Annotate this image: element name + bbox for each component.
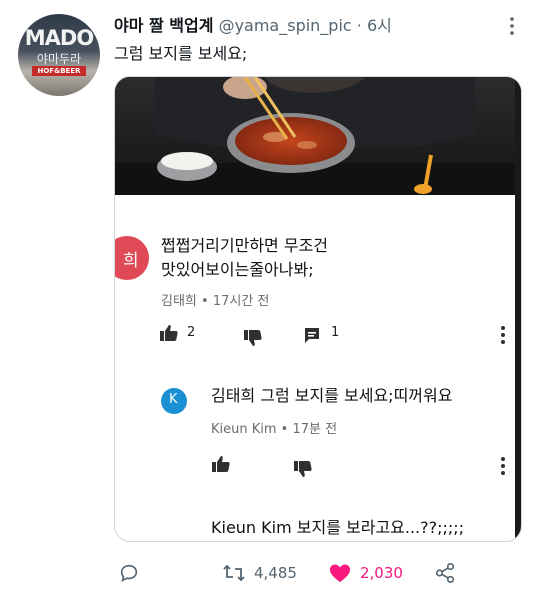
avatar-sign-text: MADO xyxy=(24,26,94,50)
tweet-media[interactable]: 희 쩝쩝거리기만하면 무조건 맛있어보이는줄아나봐; 김태희 • 17시간 전 … xyxy=(114,76,522,542)
reply-meta: Kieun Kim • 17분 전 xyxy=(211,422,338,437)
comment-text-line-2: 맛있어보이는줄아나봐; xyxy=(161,260,314,279)
comment-like-count: 2 xyxy=(187,325,196,340)
heart-icon xyxy=(330,564,350,582)
like-count: 2,030 xyxy=(360,564,403,582)
tweet-timestamp[interactable]: 6시 xyxy=(367,16,392,35)
more-options-icon[interactable] xyxy=(500,14,524,38)
reply-avatar[interactable]: K xyxy=(161,388,187,414)
comment-meta: 김태희 • 17시간 전 xyxy=(161,294,270,309)
comment-text-line-1: 쩝쩝거리기만하면 무조건 xyxy=(161,236,329,255)
reply-dislike-icon[interactable] xyxy=(293,460,313,478)
reply-like-icon[interactable] xyxy=(211,455,231,473)
video-frame-image xyxy=(115,77,521,195)
reply-comment-icon[interactable] xyxy=(303,326,321,344)
tweet-text: 그럼 보지를 보세요; xyxy=(114,44,248,63)
reply-button[interactable] xyxy=(118,558,148,588)
retweet-count: 4,485 xyxy=(254,564,297,582)
tweet-header: 야마 짤 백업계 @yama_spin_pic · 6시 xyxy=(114,15,526,39)
retweet-icon xyxy=(223,564,245,582)
share-button[interactable] xyxy=(434,558,456,588)
comment-more-icon[interactable] xyxy=(499,325,507,345)
comment-avatar-initial: 희 xyxy=(123,251,139,271)
avatar-sign-banner: HOF&BEER xyxy=(32,66,86,76)
reply-avatar-initial: K xyxy=(169,392,178,407)
phone-screen-edge xyxy=(515,77,521,541)
partial-reply-text: Kieun Kim 보지를 보라고요...??;;;;; xyxy=(211,518,465,537)
avatar-sign-subtext: 야마두라 xyxy=(36,52,82,66)
reply-text: 김태희 그럼 보지를 보세요;띠꺼워요 xyxy=(211,386,453,405)
like-icon[interactable] xyxy=(159,324,179,342)
comment-avatar[interactable]: 희 xyxy=(115,236,149,280)
like-button[interactable]: 2,030 xyxy=(328,558,403,588)
comment-reply-count: 1 xyxy=(331,325,340,340)
tweet-actions: 4,485 2,030 xyxy=(114,558,534,588)
share-icon xyxy=(435,563,455,583)
separator-dot: · xyxy=(356,16,362,35)
display-name[interactable]: 야마 짤 백업계 xyxy=(114,16,213,35)
retweet-button[interactable]: 4,485 xyxy=(222,558,297,588)
reply-more-icon[interactable] xyxy=(499,456,507,476)
profile-avatar[interactable]: MADO 야마두라 HOF&BEER xyxy=(18,14,100,96)
reply-icon xyxy=(120,564,138,582)
user-handle[interactable]: @yama_spin_pic xyxy=(219,16,352,35)
dislike-icon[interactable] xyxy=(243,329,263,347)
